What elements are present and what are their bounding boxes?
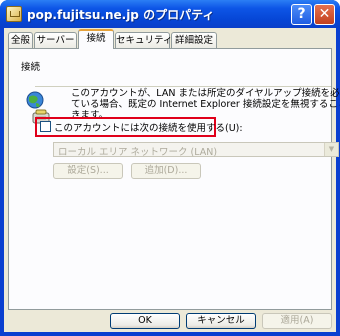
- window-title: pop.fujitsu.ne.jp のプロパティ: [27, 8, 215, 22]
- settings-button[interactable]: 設定(S)...: [53, 163, 123, 179]
- group-label: 接続: [21, 62, 41, 73]
- tab-general[interactable]: 全般: [8, 32, 33, 48]
- dialog-body: 全般 サーバー 接続 セキュリティ 詳細設定 接続 このアカウントが、LAN ま…: [4, 28, 340, 332]
- description-line: このアカウントが、LAN または所定のダイヤルアップ接続を必要とし: [71, 88, 340, 99]
- use-connection-checkbox[interactable]: [40, 121, 51, 132]
- ok-button[interactable]: OK: [110, 313, 180, 329]
- description-line: ている場合、既定の Internet Explorer 接続設定を無視することが…: [71, 99, 340, 110]
- tab-panel: 接続 このアカウントが、LAN または所定のダイヤルアップ接続を必要とし ている…: [8, 48, 340, 310]
- group-divider: [35, 86, 331, 87]
- title-bar[interactable]: pop.fujitsu.ne.jp のプロパティ ? ✕: [0, 0, 340, 28]
- tab-connection[interactable]: 接続: [78, 29, 114, 49]
- properties-window: pop.fujitsu.ne.jp のプロパティ ? ✕ 全般 サーバー 接続 …: [0, 0, 340, 336]
- connection-select[interactable]: ローカル エリア ネットワーク (LAN) ▼: [53, 142, 339, 158]
- close-button[interactable]: ✕: [314, 4, 335, 25]
- add-button[interactable]: 追加(D)...: [131, 163, 201, 179]
- chevron-down-icon[interactable]: ▼: [324, 143, 338, 156]
- apply-button[interactable]: 適用(A): [262, 313, 332, 329]
- help-button[interactable]: ?: [291, 4, 312, 25]
- tab-server[interactable]: サーバー: [34, 32, 77, 48]
- cancel-button[interactable]: キャンセル: [186, 313, 256, 329]
- use-connection-label[interactable]: このアカウントには次の接続を使用する(U):: [54, 120, 243, 134]
- connection-select-value: ローカル エリア ネットワーク (LAN): [58, 147, 218, 158]
- tab-advanced[interactable]: 詳細設定: [171, 32, 217, 48]
- tab-security[interactable]: セキュリティ: [115, 32, 172, 48]
- mail-account-icon: [6, 6, 22, 22]
